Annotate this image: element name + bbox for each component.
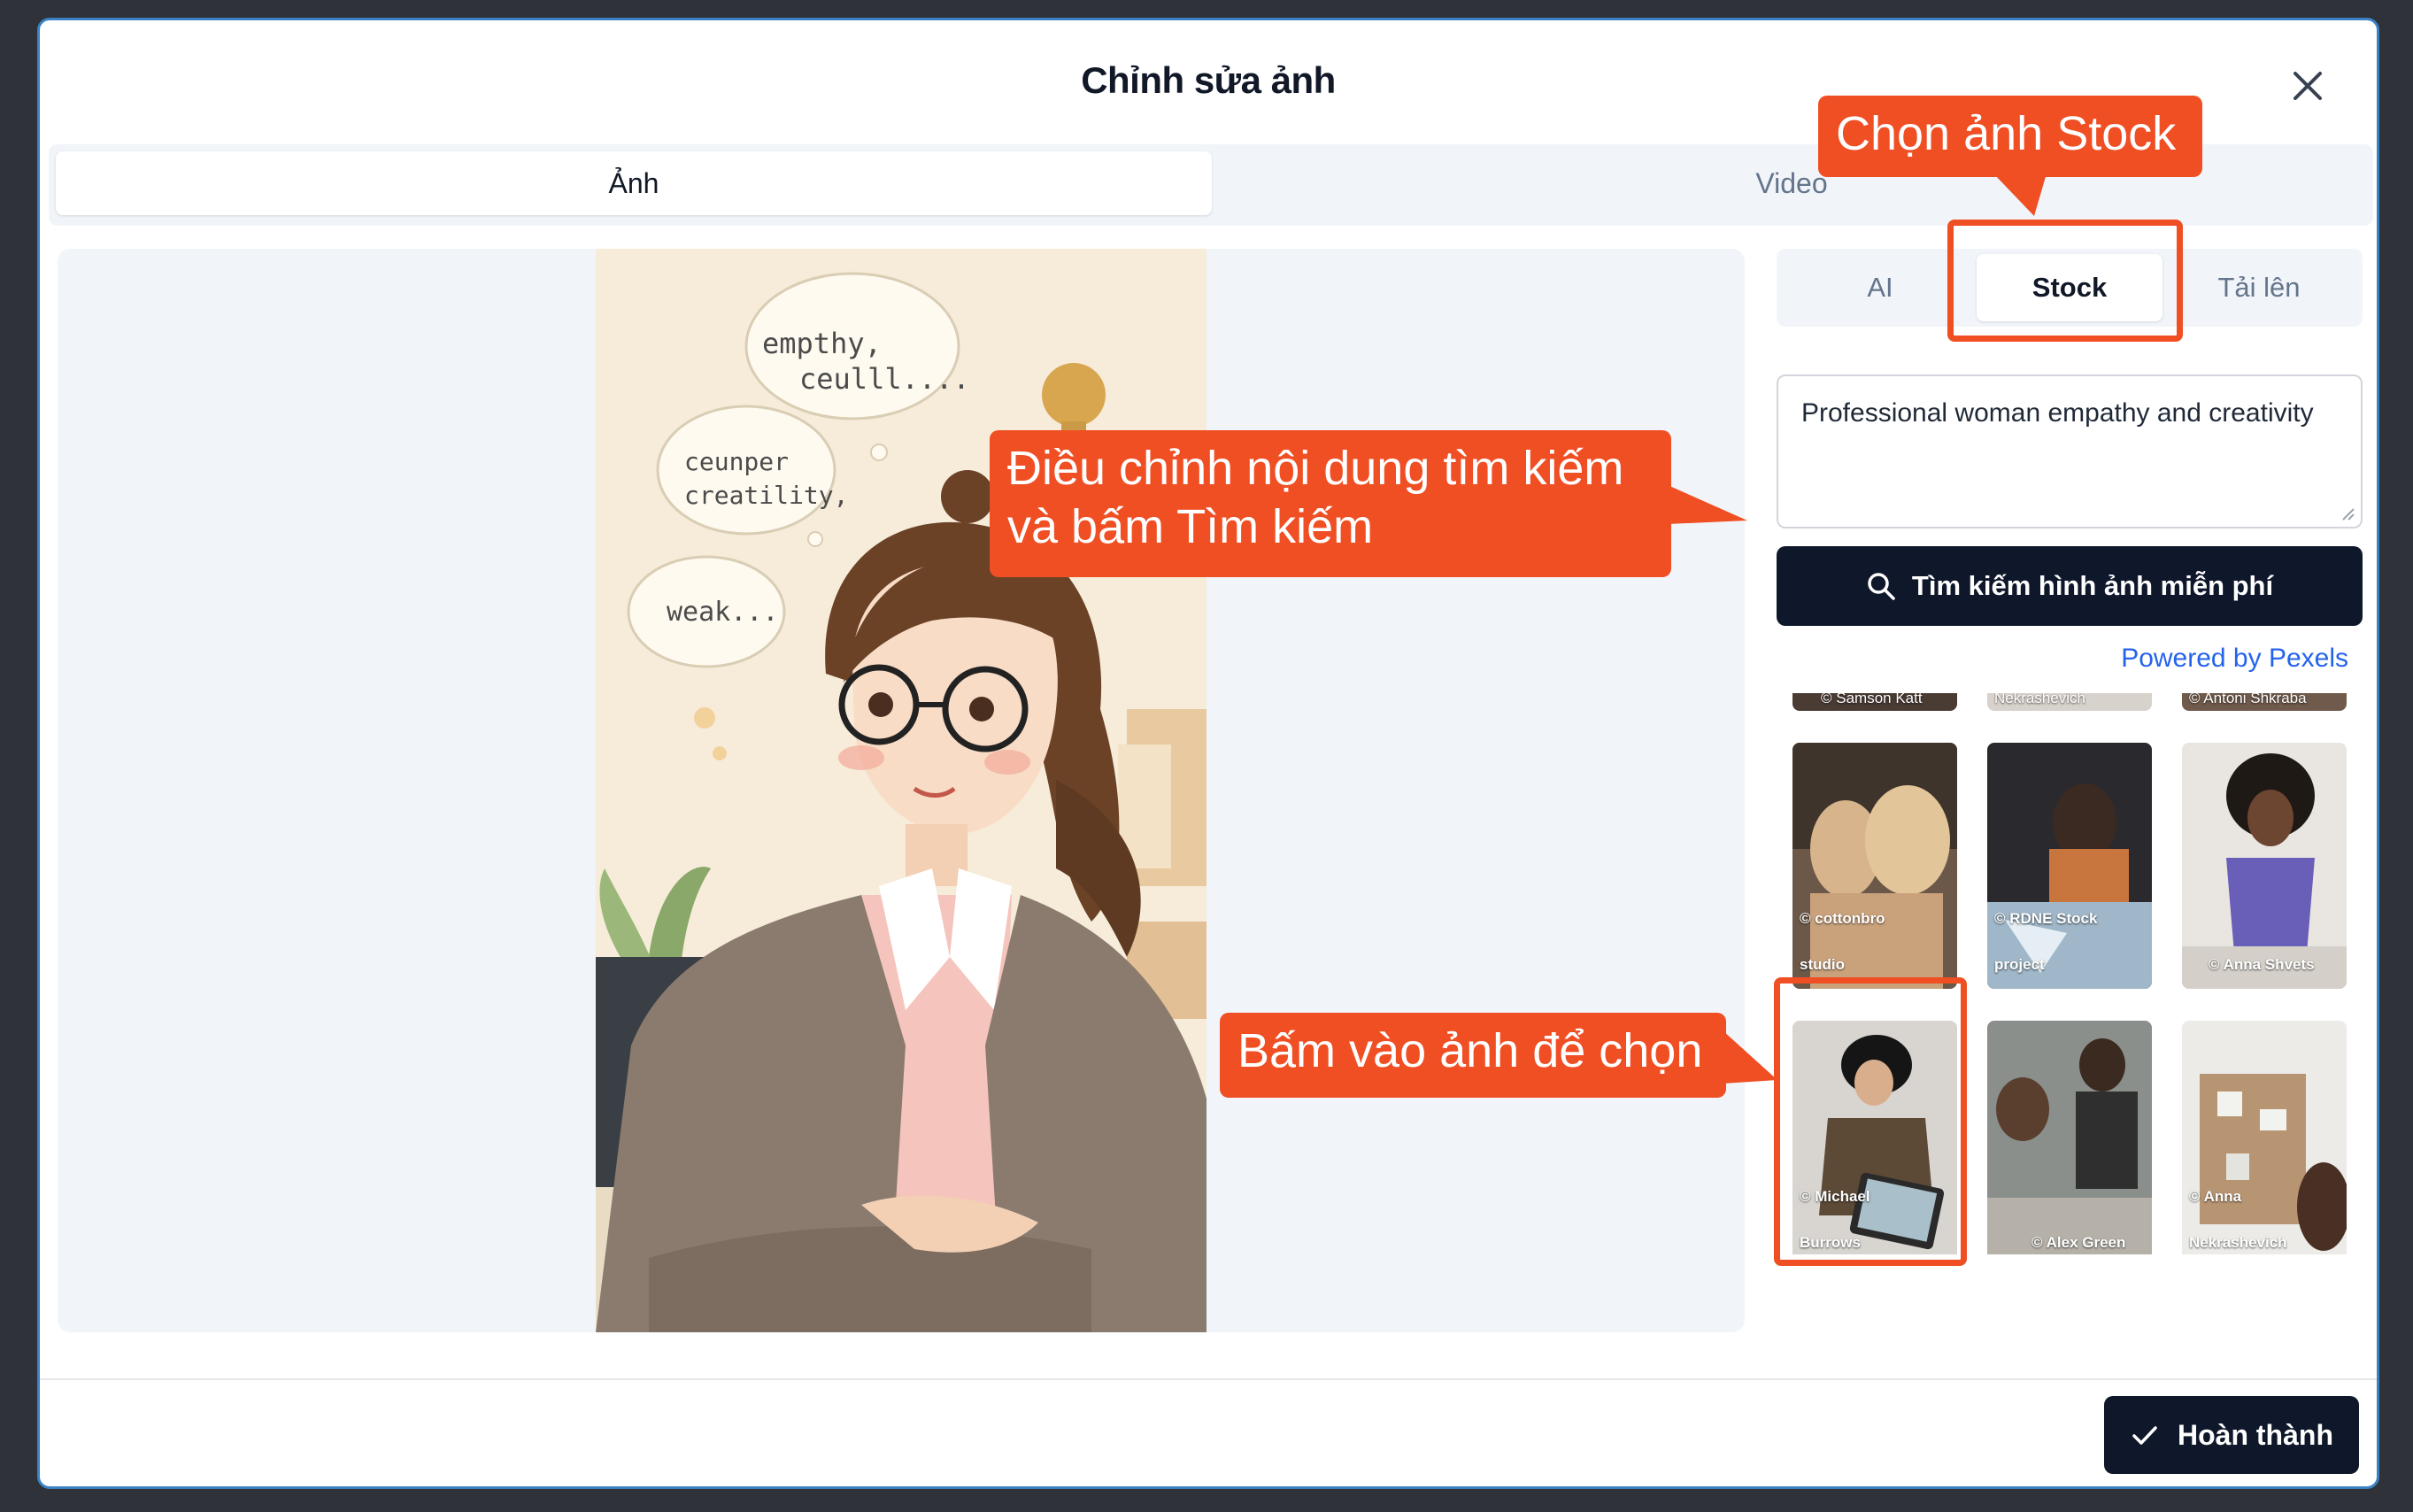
stock-thumb[interactable]: © Anna Nekrashevich [2182, 1021, 2347, 1254]
search-input-text: Professional woman empathy and creativit… [1801, 398, 2314, 428]
search-button[interactable]: Tìm kiếm hình ảnh miễn phí [1777, 546, 2363, 626]
close-icon[interactable] [2285, 63, 2331, 109]
footer-divider [40, 1378, 2377, 1380]
callout-search-line-1: Điều chỉnh nội dung tìm kiếm [1007, 442, 1624, 495]
highlight-stock-tab [1947, 220, 2183, 342]
thumb-credit: © Antoni Shkraba [2189, 693, 2307, 706]
callout-search: Điều chỉnh nội dung tìm kiếm và bấm Tìm … [990, 430, 1671, 577]
done-button-label: Hoàn thành [2178, 1418, 2333, 1451]
stock-thumb-partial-2[interactable]: Nekrashevich [1987, 693, 2152, 711]
callout-choose-stock-pointer [1993, 174, 2047, 216]
tab-ai[interactable]: AI [1787, 254, 1973, 321]
stock-thumb[interactable]: © cottonbro studio [1792, 743, 1957, 989]
bubble-text-5: weak... [667, 597, 778, 628]
stock-thumb-partial-3[interactable]: © Antoni Shkraba [2182, 693, 2347, 711]
thumb-credit-line-2: studio [1800, 956, 1845, 973]
thumb-credit-line-2: Nekrashevich [2189, 1234, 2287, 1251]
thumb-credit: © Samson Katt [1821, 693, 1923, 706]
callout-search-pointer [1668, 485, 1747, 524]
bubble-text-4: creatility, [684, 481, 848, 510]
thumb-credit-line-1: © cottonbro [1800, 910, 1885, 927]
thumb-credit-line-2: © Anna Shvets [2209, 956, 2315, 973]
preview-image: empthy, ceulll.... ceunper creatility, w… [596, 249, 1206, 1332]
tab-upload[interactable]: Tải lên [2166, 254, 2352, 321]
stock-thumb-partial-1[interactable]: © Samson Katt [1792, 693, 1957, 711]
search-button-label: Tìm kiếm hình ảnh miễn phí [1911, 570, 2274, 601]
stock-thumb[interactable]: © RDNE Stock project [1987, 743, 2152, 989]
search-input[interactable]: Professional woman empathy and creativit… [1777, 374, 2363, 528]
tab-image[interactable]: Ảnh [56, 151, 1212, 215]
check-icon [2132, 1426, 2157, 1445]
stock-thumb[interactable]: © Alex Green [1987, 1021, 2152, 1254]
search-icon [1868, 573, 1895, 600]
image-preview-area: empthy, ceulll.... ceunper creatility, w… [58, 249, 1745, 1332]
thumb-credit-line-2: project [1994, 956, 2045, 973]
callout-choose-stock-text: Chọn ảnh Stock [1836, 107, 2177, 160]
bubble-text-2: ceulll.... [799, 362, 970, 396]
done-button[interactable]: Hoàn thành [2104, 1396, 2359, 1474]
bubble-text-1: empthy, [762, 327, 882, 360]
thumb-credit-line-1: © Anna [2189, 1188, 2242, 1205]
highlight-selected-image [1774, 977, 1967, 1266]
callout-choose-stock: Chọn ảnh Stock [1818, 96, 2202, 177]
resize-grip-icon[interactable] [2340, 505, 2355, 521]
callout-pick-image-text: Bấm vào ảnh để chọn [1237, 1024, 1703, 1077]
stock-thumb[interactable]: © Anna Shvets [2182, 743, 2347, 989]
callout-pick-image-pointer [1723, 1030, 1777, 1084]
callout-search-line-2: và bấm Tìm kiếm [1007, 500, 1374, 553]
thumb-credit: Nekrashevich [1994, 693, 2085, 706]
bubble-text-3: ceunper [684, 447, 789, 476]
callout-pick-image: Bấm vào ảnh để chọn [1220, 1013, 1726, 1098]
powered-by-link[interactable]: Powered by Pexels [2121, 644, 2348, 674]
thumb-credit-line-2: © Alex Green [2031, 1234, 2126, 1251]
thumb-credit-line-1: © RDNE Stock [1994, 910, 2098, 927]
